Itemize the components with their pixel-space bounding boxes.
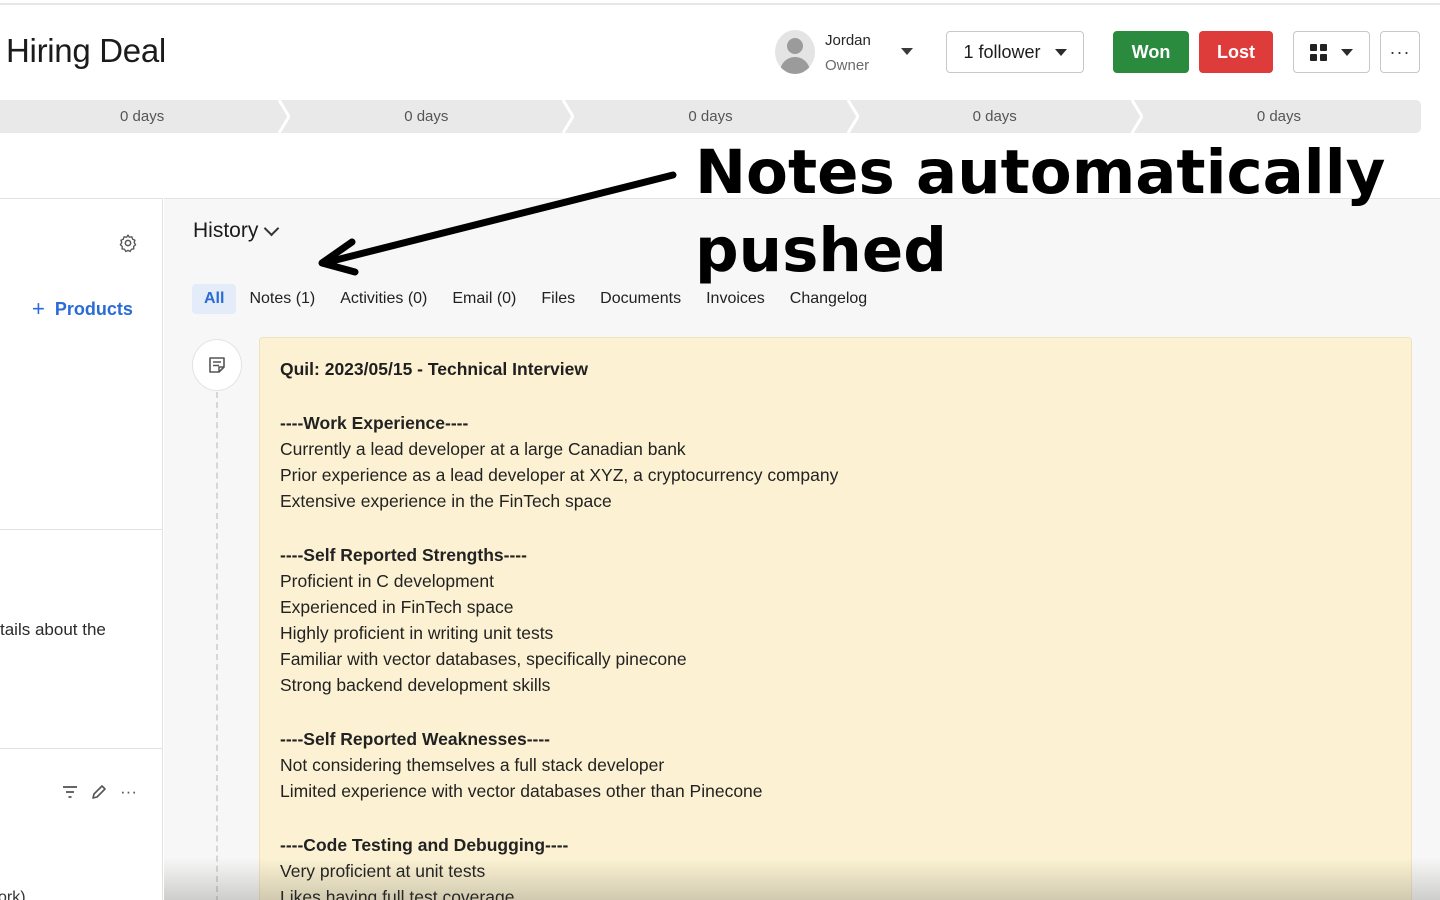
stage-duration: 0 days (972, 108, 1017, 125)
pipeline-stages: 0 days 0 days 0 days 0 days 0 days (0, 100, 1421, 133)
more-options-button[interactable]: ··· (1380, 31, 1420, 73)
stage-duration: 0 days (404, 108, 449, 125)
stage-1[interactable]: 0 days (0, 100, 291, 133)
divider (0, 748, 163, 749)
details-text: tails about the (0, 620, 106, 639)
stage-duration: 0 days (120, 108, 165, 125)
truncated-text: ork) (0, 889, 26, 900)
owner-selector[interactable]: Jordan Owner (775, 30, 925, 76)
plus-icon: + (32, 296, 45, 321)
chevron-down-icon (264, 220, 280, 236)
left-sidebar: + Products tails about the ··· ork) (0, 198, 163, 900)
add-products-button[interactable]: + Products (32, 296, 133, 322)
pencil-icon[interactable] (90, 783, 108, 801)
timeline-line (216, 392, 218, 900)
note-icon (209, 357, 225, 373)
note-type-badge (192, 339, 242, 391)
stage-duration: 0 days (688, 108, 733, 125)
annotation-line-2: pushed (695, 215, 947, 286)
tab-notes[interactable]: Notes (1) (237, 284, 327, 314)
note-line: Currently a lead developer at a large Ca… (280, 439, 686, 459)
filter-icon[interactable] (62, 785, 78, 799)
tab-all[interactable]: All (192, 284, 237, 314)
tab-email[interactable]: Email (0) (440, 284, 528, 314)
tab-documents[interactable]: Documents (588, 284, 693, 314)
note-card[interactable]: Quil: 2023/05/15 - Technical Interview -… (259, 337, 1412, 900)
annotation-text: Notes automatically pushed (695, 134, 1415, 290)
caret-down-icon[interactable] (901, 48, 913, 55)
follower-button[interactable]: 1 follower (946, 31, 1084, 73)
top-border (0, 0, 1440, 5)
note-line: Likes having full test coverage (280, 887, 515, 900)
divider (0, 529, 163, 530)
gear-icon[interactable] (118, 233, 138, 253)
note-line: Highly proficient in writing unit tests (280, 623, 554, 643)
lost-button[interactable]: Lost (1199, 31, 1273, 73)
note-line: Very proficient at unit tests (280, 861, 486, 881)
caret-down-icon (1341, 48, 1353, 56)
note-line: Limited experience with vector databases… (280, 781, 763, 801)
stage-3[interactable]: 0 days (568, 100, 859, 133)
tab-activities[interactable]: Activities (0) (328, 284, 439, 314)
history-panel: History All Notes (1) Activities (0) Ema… (164, 198, 1440, 900)
products-label: Products (54, 298, 133, 319)
grid-icon (1310, 43, 1327, 61)
deal-title: Hiring Deal (6, 32, 166, 69)
note-line: Experienced in FinTech space (280, 597, 514, 617)
note-line: Not considering themselves a full stack … (280, 755, 665, 775)
more-icon[interactable]: ··· (120, 782, 137, 802)
owner-role: Owner (825, 57, 870, 74)
owner-name: Jordan (825, 32, 871, 49)
follower-label: 1 follower (963, 41, 1041, 62)
stage-duration: 0 days (1256, 108, 1302, 125)
note-section-heading: ----Self Reported Weaknesses---- (280, 729, 551, 749)
stage-5[interactable]: 0 days (1137, 100, 1421, 133)
note-line: Prior experience as a lead developer at … (280, 465, 839, 485)
avatar (775, 30, 815, 74)
note-section-heading: ----Self Reported Strengths---- (280, 545, 527, 565)
caret-down-icon (1054, 48, 1067, 56)
stage-4[interactable]: 0 days (853, 100, 1143, 133)
section-toolbar: ··· (62, 782, 137, 802)
history-dropdown[interactable]: History (193, 219, 280, 243)
won-button[interactable]: Won (1113, 31, 1189, 73)
annotation-line-1: Notes automatically (695, 137, 1386, 208)
tab-files[interactable]: Files (529, 284, 587, 314)
note-line: Proficient in C development (280, 571, 494, 591)
note-title: Quil: 2023/05/15 - Technical Interview (280, 359, 589, 379)
note-section-heading: ----Code Testing and Debugging---- (280, 835, 569, 855)
history-title: History (193, 219, 259, 242)
note-line: Familiar with vector databases, specific… (280, 649, 687, 669)
note-line: Extensive experience in the FinTech spac… (280, 491, 612, 511)
view-switch-button[interactable] (1293, 31, 1370, 73)
stage-2[interactable]: 0 days (284, 100, 575, 133)
note-line: Strong backend development skills (280, 675, 551, 695)
note-section-heading: ----Work Experience---- (280, 413, 469, 433)
